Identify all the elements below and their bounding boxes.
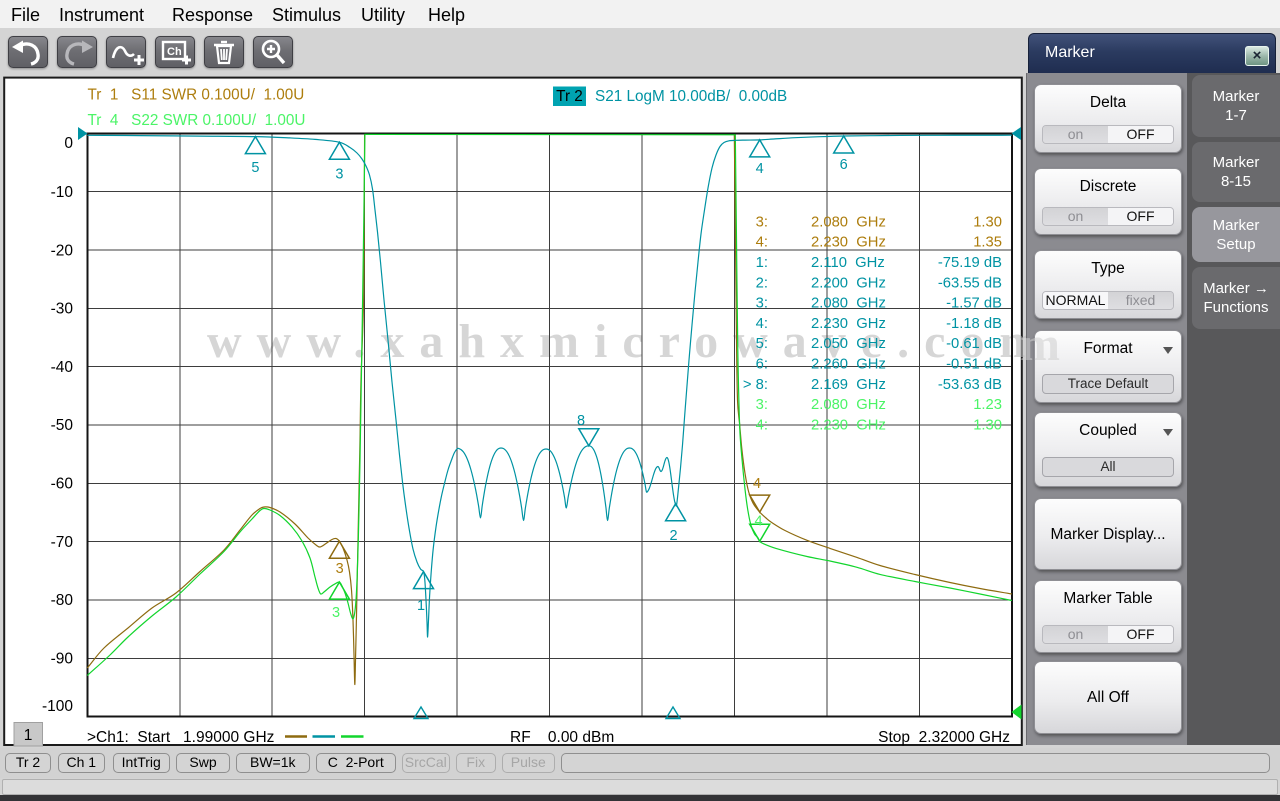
svg-text:2.080 GHz: 2.080 GHz [811, 397, 886, 413]
svg-text:-10: -10 [51, 184, 74, 201]
svg-text:2:: 2: [756, 275, 768, 291]
svg-text:Tr 4 S22 SWR 0.100U/ 1.00U: Tr 4 S22 SWR 0.100U/ 1.00U [88, 112, 306, 129]
svg-text:2.169 GHz: 2.169 GHz [811, 377, 886, 393]
svg-text:4: 4 [754, 514, 762, 530]
svg-text:> 8:: > 8: [743, 377, 768, 393]
svg-text:4: 4 [756, 161, 764, 177]
svg-text:6: 6 [840, 157, 848, 173]
svg-text:RF 0.00 dBm: RF 0.00 dBm [510, 729, 614, 746]
svg-text:1: 1 [24, 727, 33, 744]
svg-text:1.30: 1.30 [973, 417, 1002, 433]
svg-text:3:: 3: [756, 397, 768, 413]
svg-text:4:: 4: [756, 417, 768, 433]
svg-text:1: 1 [417, 598, 425, 614]
svg-text:-80: -80 [51, 592, 74, 609]
svg-text:3:: 3: [756, 296, 768, 312]
svg-text:3:: 3: [756, 214, 768, 230]
svg-text:0: 0 [64, 135, 73, 152]
svg-text:Tr 2: Tr 2 [556, 88, 583, 105]
svg-text:-1.18 dB: -1.18 dB [946, 316, 1002, 332]
svg-text:2.230 GHz: 2.230 GHz [811, 235, 886, 251]
svg-text:-20: -20 [51, 242, 74, 259]
svg-text:-0.51 dB: -0.51 dB [946, 357, 1002, 373]
svg-text:3: 3 [336, 561, 344, 577]
svg-text:-63.55 dB: -63.55 dB [938, 275, 1002, 291]
svg-text:-53.63 dB: -53.63 dB [938, 377, 1002, 393]
svg-text:-100: -100 [42, 698, 73, 715]
svg-text:-1.57 dB: -1.57 dB [946, 296, 1002, 312]
svg-text:-50: -50 [51, 417, 74, 434]
svg-text:>Ch1: Start 1.99000 GHz: >Ch1: Start 1.99000 GHz [87, 729, 274, 746]
svg-text:-90: -90 [51, 651, 74, 668]
svg-text:4: 4 [753, 476, 761, 492]
svg-text:2.230 GHz: 2.230 GHz [811, 316, 886, 332]
svg-text:5:: 5: [756, 336, 768, 352]
svg-text:2: 2 [669, 528, 677, 544]
svg-text:1.23: 1.23 [973, 397, 1002, 413]
svg-text:-30: -30 [51, 301, 74, 318]
svg-text:3: 3 [335, 167, 343, 183]
svg-text:2.080 GHz: 2.080 GHz [811, 214, 886, 230]
svg-text:4:: 4: [756, 316, 768, 332]
svg-text:6:: 6: [756, 357, 768, 373]
svg-text:Stop 2.32000 GHz: Stop 2.32000 GHz [878, 729, 1010, 746]
svg-text:2.230 GHz: 2.230 GHz [811, 417, 886, 433]
svg-text:-60: -60 [51, 476, 74, 493]
svg-text:1:: 1: [756, 255, 768, 271]
svg-text:1.35: 1.35 [973, 235, 1002, 251]
svg-text:-75.19 dB: -75.19 dB [938, 255, 1002, 271]
svg-text:5: 5 [251, 160, 259, 176]
svg-text:2.050 GHz: 2.050 GHz [811, 336, 886, 352]
svg-text:-40: -40 [51, 359, 74, 376]
svg-text:2.260 GHz: 2.260 GHz [811, 357, 886, 373]
svg-text:2.080 GHz: 2.080 GHz [811, 296, 886, 312]
svg-text:3: 3 [332, 605, 340, 621]
svg-text:-70: -70 [51, 534, 74, 551]
svg-text:2.200 GHz: 2.200 GHz [811, 275, 886, 291]
svg-text:-0.61 dB: -0.61 dB [946, 336, 1002, 352]
svg-text:Tr 1 S11 SWR 0.100U/ 1.00U: Tr 1 S11 SWR 0.100U/ 1.00U [88, 87, 305, 104]
svg-text:4:: 4: [756, 235, 768, 251]
svg-text:8: 8 [577, 413, 585, 429]
svg-text:S21 LogM 10.00dB/ 0.00dB: S21 LogM 10.00dB/ 0.00dB [595, 88, 787, 105]
svg-text:1.30: 1.30 [973, 214, 1002, 230]
svg-text:www.xahxmicrowave.com: www.xahxmicrowave.com [207, 315, 1054, 368]
svg-text:2.110 GHz: 2.110 GHz [811, 255, 885, 271]
